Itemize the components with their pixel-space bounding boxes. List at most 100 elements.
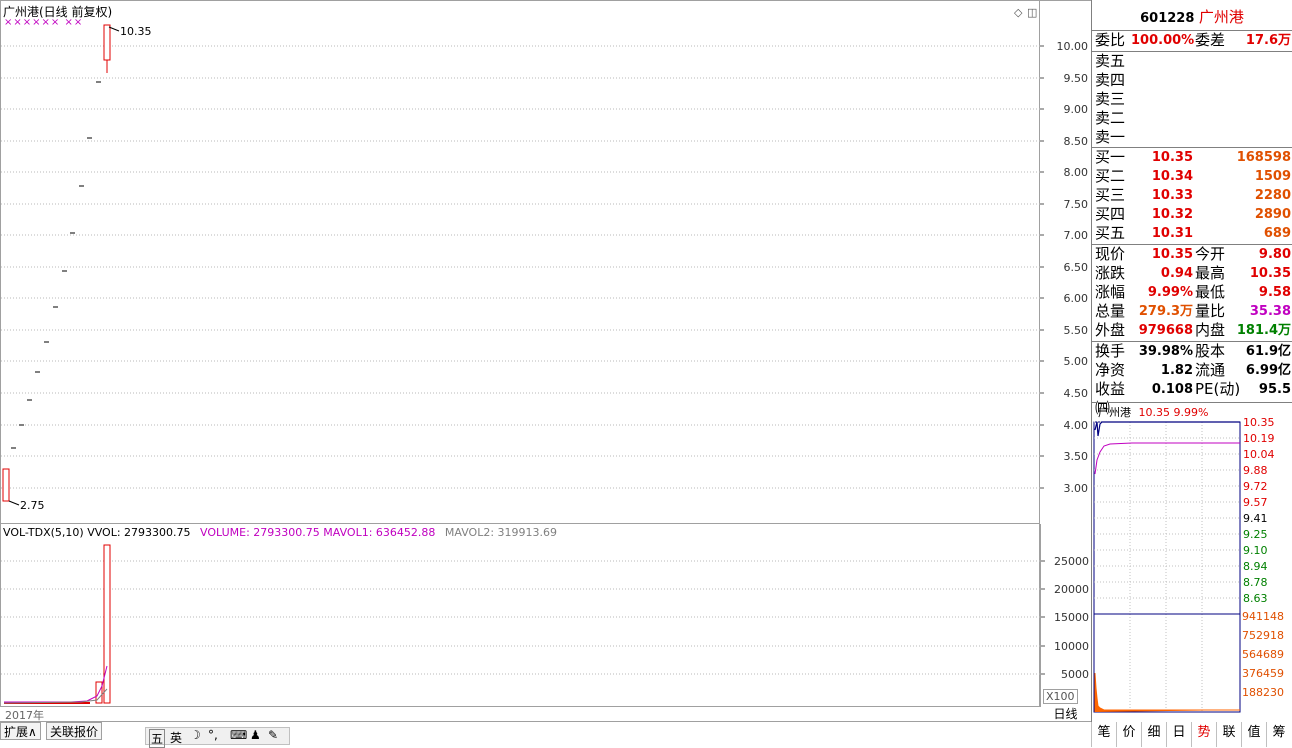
mini-price-tick: 9.72 bbox=[1243, 480, 1268, 493]
mini-price-tick: 10.35 bbox=[1243, 418, 1275, 429]
level-volume: 1509 bbox=[1254, 169, 1291, 184]
expand-tab[interactable]: 扩展∧ bbox=[0, 722, 41, 740]
buy-level-row[interactable]: 买五 10.31 689 bbox=[1095, 224, 1291, 243]
fund-value: 0.108 bbox=[1151, 382, 1193, 397]
stat-value: 279.3万 bbox=[1138, 304, 1193, 319]
mini-price-tick: 9.57 bbox=[1243, 496, 1268, 509]
panel-tab-7[interactable]: 筹 bbox=[1266, 722, 1291, 747]
ime-english-icon[interactable]: 英 bbox=[170, 729, 182, 746]
stat-row: 现价 10.35 今开 9.80 bbox=[1095, 245, 1291, 264]
price-tick: 5.50 bbox=[1064, 324, 1089, 337]
stat-value: 0.94 bbox=[1160, 266, 1193, 281]
panel-tab-2[interactable]: 细 bbox=[1141, 722, 1166, 747]
price-tick: 9.00 bbox=[1064, 103, 1089, 116]
panel-tab-3[interactable]: 日 bbox=[1166, 722, 1191, 747]
fund-value: 61.9亿 bbox=[1245, 344, 1291, 359]
level-price: 10.33 bbox=[1151, 188, 1193, 203]
stat-row: 外盘 979668 内盘 181.4万 bbox=[1095, 321, 1291, 340]
price-tick: 6.50 bbox=[1064, 261, 1089, 274]
mini-volume-tick: 941148 bbox=[1242, 610, 1284, 623]
panel-tab-0[interactable]: 笔 bbox=[1091, 722, 1116, 747]
level-volume: 689 bbox=[1263, 226, 1291, 241]
comma-icon[interactable]: °, bbox=[208, 728, 218, 742]
sell-level-row[interactable]: 卖五 bbox=[1095, 52, 1291, 71]
volume-tick: 25000 bbox=[1054, 555, 1089, 568]
price-tick: 9.50 bbox=[1064, 72, 1089, 85]
volume-tick: 15000 bbox=[1054, 611, 1089, 624]
period-label[interactable]: 日线 bbox=[1040, 707, 1091, 722]
stock-name: 广州港 bbox=[1198, 8, 1244, 26]
related-quote-tab[interactable]: 关联报价 bbox=[46, 722, 103, 740]
panel-tab-6[interactable]: 值 bbox=[1241, 722, 1266, 747]
kline-chart[interactable]: 广州港(日线 前复权) ×××××× ×× ◇ ◫ 10.35 2.75 bbox=[0, 0, 1041, 524]
price-tick: 10.00 bbox=[1057, 40, 1089, 53]
mini-price-tick: 8.94 bbox=[1243, 560, 1268, 573]
sell-level-row[interactable]: 卖三 bbox=[1095, 90, 1291, 109]
date-axis: 2017年 bbox=[0, 707, 1091, 722]
stat-label: 外盘 bbox=[1095, 321, 1126, 339]
buy-level-row[interactable]: 买三 10.33 2280 bbox=[1095, 186, 1291, 205]
buy-level-row[interactable]: 买二 10.34 1509 bbox=[1095, 167, 1291, 186]
stock-header: 601228 广州港 bbox=[1092, 6, 1292, 27]
sell-level-row[interactable]: 卖四 bbox=[1095, 71, 1291, 90]
sell-level-row[interactable]: 卖一 bbox=[1095, 128, 1291, 147]
volume-axis: 25000 20000 15000 10000 5000 X100 bbox=[1040, 524, 1091, 707]
fundamental-row: 换手 39.98% 股本 61.9亿 bbox=[1095, 342, 1291, 361]
level-volume: 2890 bbox=[1254, 207, 1291, 222]
stat-value: 9.99% bbox=[1147, 285, 1193, 300]
volume-tick: 20000 bbox=[1054, 583, 1089, 596]
fund-value: 39.98% bbox=[1138, 344, 1193, 359]
level-volume: 2280 bbox=[1254, 188, 1291, 203]
mini-price-tick: 8.78 bbox=[1243, 576, 1268, 589]
fund-label: 换手 bbox=[1095, 342, 1126, 360]
intraday-chart[interactable]: 10.35 10.19 10.04 9.88 9.72 9.57 9.41 9.25 9.10 8… bbox=[1092, 418, 1292, 714]
volume-unit: X100 bbox=[1043, 689, 1078, 704]
mavol1-line bbox=[4, 665, 108, 703]
buy-level-row[interactable]: 买一 10.35 168598 bbox=[1095, 148, 1291, 167]
level-label: 卖三 bbox=[1095, 90, 1126, 108]
volume-chart[interactable]: VOL-TDX(5,10) VVOL: 2793300.75 VOLUME: 2… bbox=[0, 524, 1041, 707]
moon-icon[interactable]: ☽ bbox=[190, 728, 201, 742]
stat-label: 总量 bbox=[1095, 302, 1126, 320]
price-tick: 3.00 bbox=[1064, 482, 1089, 495]
user-icon[interactable]: ♟ bbox=[250, 728, 261, 742]
stat-value: 35.38 bbox=[1249, 304, 1291, 319]
panel-tab-4[interactable]: 势 bbox=[1191, 722, 1216, 747]
stat-row: 总量 279.3万 量比 35.38 bbox=[1095, 302, 1291, 321]
fund-label: 净资 bbox=[1095, 361, 1126, 379]
stat-value: 181.4万 bbox=[1236, 323, 1291, 338]
wrench-icon[interactable]: ✎ bbox=[268, 728, 278, 742]
level-price: 10.32 bbox=[1151, 207, 1193, 222]
stat-label: 量比 bbox=[1195, 302, 1226, 320]
stat-label: 内盘 bbox=[1195, 321, 1226, 339]
year-label: 2017年 bbox=[5, 709, 44, 722]
mini-volume-tick: 752918 bbox=[1242, 629, 1284, 642]
panel-tab-1[interactable]: 价 bbox=[1116, 722, 1141, 747]
stat-value: 979668 bbox=[1138, 323, 1193, 338]
level-price: 10.35 bbox=[1151, 150, 1193, 165]
keyboard-icon[interactable]: ⌨ bbox=[230, 728, 247, 742]
level-label: 卖二 bbox=[1095, 109, 1126, 127]
high-price-label: 10.35 bbox=[120, 25, 152, 38]
mini-price-tick: 10.19 bbox=[1243, 432, 1275, 445]
ime-wubi-icon[interactable]: 五 bbox=[149, 729, 166, 748]
ime-toolbar[interactable]: 五 英 ☽ °, ⌨ ♟ ✎ bbox=[145, 727, 290, 748]
stat-label: 最高 bbox=[1195, 264, 1226, 282]
mini-volume-tick: 188230 bbox=[1242, 686, 1284, 699]
fundamental-row: 收益㈣ 0.108 PE(动) 95.5 bbox=[1095, 380, 1291, 417]
price-tick: 7.00 bbox=[1064, 229, 1089, 242]
level-label: 卖一 bbox=[1095, 128, 1126, 146]
mavol2-line bbox=[3, 688, 108, 704]
price-tick: 8.00 bbox=[1064, 166, 1089, 179]
level-label: 买四 bbox=[1095, 205, 1126, 223]
price-tick: 8.50 bbox=[1064, 135, 1089, 148]
level-label: 卖五 bbox=[1095, 52, 1126, 70]
mini-volume-tick: 376459 bbox=[1242, 667, 1284, 680]
price-labels: 10.35 2.75 bbox=[8, 25, 152, 512]
sell-level-row[interactable]: 卖二 bbox=[1095, 109, 1291, 128]
panel-tab-5[interactable]: 联 bbox=[1216, 722, 1241, 747]
weibi-row: 委比 100.00% 委差 17.6万 bbox=[1095, 31, 1291, 49]
mini-volume-tick: 564689 bbox=[1242, 648, 1284, 661]
stat-label: 涨跌 bbox=[1095, 264, 1126, 282]
buy-level-row[interactable]: 买四 10.32 2890 bbox=[1095, 205, 1291, 224]
